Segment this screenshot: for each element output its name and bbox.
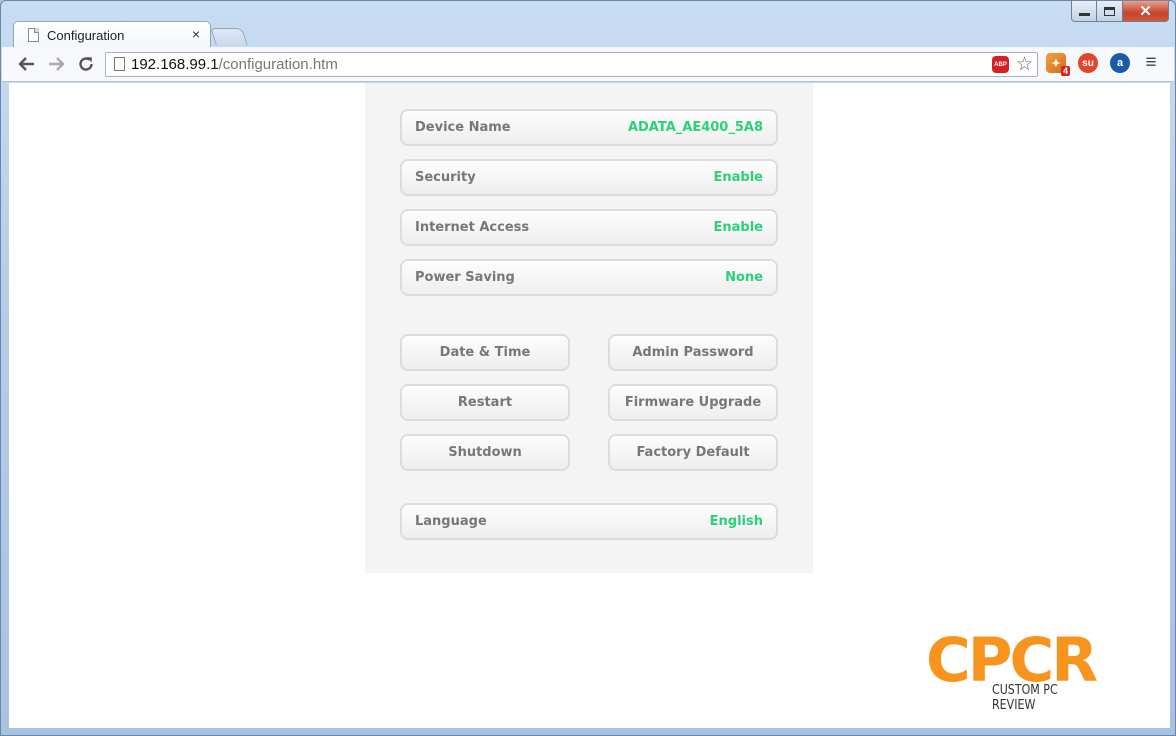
row-label: Internet Access [415, 220, 530, 235]
address-bar[interactable]: 192.168.99.1/configuration.htm ABP ☆ [105, 52, 1038, 77]
row-label: Security [415, 170, 476, 185]
internet-access-row[interactable]: Internet Access Enable [400, 209, 778, 246]
forward-arrow-icon [49, 57, 65, 71]
url-text[interactable]: 192.168.99.1/configuration.htm [131, 56, 338, 73]
minimize-button[interactable] [1071, 1, 1097, 22]
amazon-icon[interactable]: a [1110, 53, 1130, 73]
back-button[interactable] [16, 53, 38, 75]
tab-strip: Configuration × ✕ [1, 1, 1175, 48]
row-value: None [725, 270, 763, 285]
date-time-button[interactable]: Date & Time [400, 334, 570, 371]
maximize-button[interactable] [1097, 1, 1123, 22]
device-name-row[interactable]: Device Name ADATA_AE400_5A8 [400, 109, 778, 146]
row-value: ADATA_AE400_5A8 [627, 120, 763, 135]
stumbleupon-icon[interactable]: su [1078, 53, 1098, 73]
row-value: English [709, 514, 763, 529]
row-value: Enable [713, 220, 764, 235]
reload-button[interactable] [75, 53, 97, 75]
firmware-upgrade-button[interactable]: Firmware Upgrade [608, 384, 778, 421]
browser-window: Configuration × ✕ 192.168.99.1/configura… [0, 0, 1176, 736]
reload-icon [79, 57, 93, 71]
url-host: 192.168.99.1 [131, 56, 219, 73]
new-tab-button[interactable] [210, 28, 248, 45]
row-value: Enable [713, 170, 764, 185]
logo-subtitle: CUSTOM PC REVIEW [992, 683, 1058, 713]
power-saving-row[interactable]: Power Saving None [400, 259, 778, 296]
tab-title: Configuration [47, 28, 125, 43]
factory-default-button[interactable]: Factory Default [608, 434, 778, 471]
maximize-icon [1104, 6, 1115, 16]
browser-toolbar: 192.168.99.1/configuration.htm ABP ☆ ✦ 4… [2, 47, 1174, 82]
tab-configuration[interactable]: Configuration × [13, 21, 211, 48]
extension-badge: 4 [1060, 66, 1070, 76]
page-icon [28, 28, 39, 42]
logo-letters: CPCR [926, 625, 1098, 696]
configuration-panel: Device Name ADATA_AE400_5A8 Security Ena… [365, 83, 813, 573]
extension-icon[interactable]: ✦ 4 [1046, 53, 1070, 76]
row-label: Language [415, 514, 487, 529]
tab-close-icon[interactable]: × [192, 26, 200, 42]
back-arrow-icon [18, 57, 34, 71]
shutdown-button[interactable]: Shutdown [400, 434, 570, 471]
close-window-button[interactable]: ✕ [1123, 1, 1169, 22]
row-label: Power Saving [415, 270, 515, 285]
menu-icon[interactable]: ≡ [1142, 53, 1160, 73]
cpcr-watermark-logo: CPCR CUSTOM PC REVIEW [926, 625, 1122, 713]
security-row[interactable]: Security Enable [400, 159, 778, 196]
puzzle-icon: ✦ [1051, 57, 1061, 70]
forward-button[interactable] [45, 53, 67, 75]
adblock-icon[interactable]: ABP [992, 56, 1009, 73]
page-icon [114, 57, 125, 71]
row-label: Device Name [415, 120, 511, 135]
window-controls: ✕ [1071, 1, 1169, 22]
minimize-icon [1078, 12, 1090, 16]
admin-password-button[interactable]: Admin Password [608, 334, 778, 371]
url-path: /configuration.htm [218, 56, 338, 73]
language-row[interactable]: Language English [400, 503, 778, 540]
restart-button[interactable]: Restart [400, 384, 570, 421]
bookmark-star-icon[interactable]: ☆ [1016, 53, 1033, 76]
